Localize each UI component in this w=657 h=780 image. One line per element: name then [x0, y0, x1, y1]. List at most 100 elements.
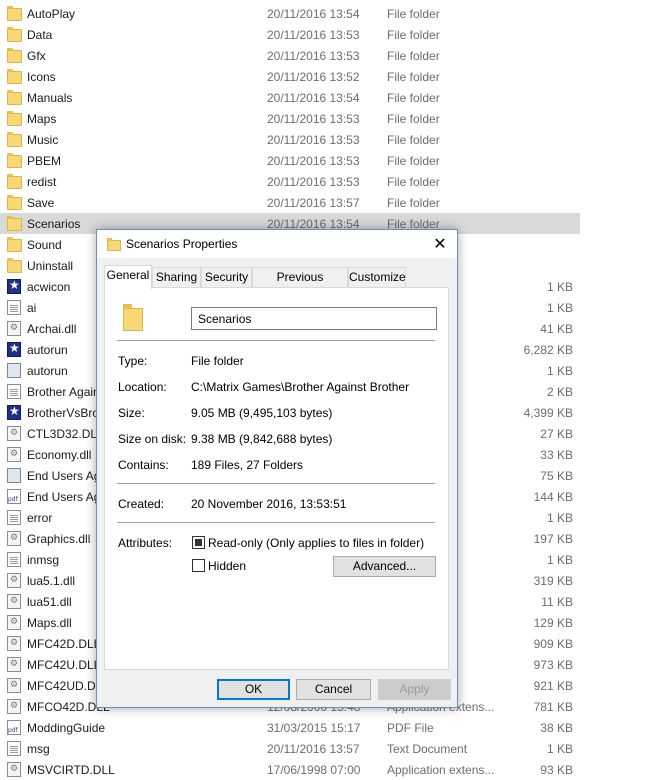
dll-icon	[7, 321, 21, 336]
file-date: 20/11/2016 13:53	[267, 112, 360, 126]
file-row[interactable]: Manuals 20/11/2016 13:54 File folder	[0, 87, 580, 108]
file-date: 20/11/2016 13:54	[267, 7, 360, 21]
type-label: Type:	[118, 354, 148, 368]
file-name: Uninstall	[27, 259, 74, 273]
file-row[interactable]: Maps 20/11/2016 13:53 File folder	[0, 108, 580, 129]
file-name: Icons	[27, 70, 56, 84]
file-name: Save	[27, 196, 55, 210]
file-name: Data	[27, 28, 53, 42]
file-size: 2 KB	[546, 385, 573, 399]
file-type: File folder	[387, 154, 440, 168]
file-name: lua51.dll	[27, 595, 72, 609]
file-name: ai	[27, 301, 37, 315]
file-date: 17/06/1998 07:00	[267, 763, 361, 777]
contains-value: 189 Files, 27 Folders	[191, 458, 304, 472]
file-row[interactable]: Icons 20/11/2016 13:52 File folder	[0, 66, 580, 87]
file-row[interactable]: PBEM 20/11/2016 13:53 File folder	[0, 150, 580, 171]
file-date: 20/11/2016 13:53	[267, 154, 360, 168]
pdf-icon	[7, 720, 21, 735]
file-size: 197 KB	[533, 532, 573, 546]
file-name: MFC42UD.DL	[27, 679, 103, 693]
folder-icon	[7, 258, 22, 273]
folder-icon	[7, 237, 22, 252]
folder-icon	[7, 216, 22, 231]
file-size: 144 KB	[533, 490, 573, 504]
file-size: 1 KB	[546, 280, 573, 294]
file-name: lua5.1.dll	[27, 574, 76, 588]
dll-icon	[7, 657, 21, 672]
file-row[interactable]: redist 20/11/2016 13:53 File folder	[0, 171, 580, 192]
advanced-button[interactable]: Advanced...	[333, 556, 436, 577]
file-type: Text Document	[387, 742, 468, 756]
settings-file-icon	[7, 363, 21, 378]
file-row[interactable]: MSVCIRTD.DLL 17/06/1998 07:00 Application …	[0, 759, 580, 780]
file-row[interactable]: ModdingGuide 31/03/2015 15:17 PDF File 38 K…	[0, 717, 580, 738]
folder-icon	[107, 238, 121, 251]
tab-customize[interactable]: Customize	[348, 267, 406, 287]
file-name: Music	[27, 133, 59, 147]
file-date: 31/03/2015 15:17	[267, 721, 361, 735]
dialog-title: Scenarios Properties	[126, 237, 238, 251]
location-value: C:\Matrix Games\Brother Against Brother	[191, 380, 410, 394]
ok-button[interactable]: OK	[217, 679, 290, 700]
file-name: MSVCIRTD.DLL	[27, 763, 115, 777]
file-name: inmsg	[27, 553, 60, 567]
general-tab-panel: Type: File folder Location: C:\Matrix Ga…	[104, 287, 449, 670]
location-label: Location:	[118, 380, 167, 394]
readonly-checkbox[interactable]	[192, 536, 205, 549]
tab-general[interactable]: General	[104, 265, 152, 289]
attributes-label: Attributes:	[118, 536, 173, 550]
file-row[interactable]: Save 20/11/2016 13:57 File folder	[0, 192, 580, 213]
file-size: 1 KB	[546, 742, 573, 756]
text-document-icon	[7, 384, 21, 399]
file-row[interactable]: msg 20/11/2016 13:57 Text Document 1 KB	[0, 738, 580, 759]
file-row[interactable]: Data 20/11/2016 13:53 File folder	[0, 24, 580, 45]
tab-security[interactable]: Security	[201, 267, 252, 287]
close-button[interactable]: ✕	[423, 230, 457, 258]
dll-icon	[7, 678, 21, 693]
file-size: 921 KB	[533, 679, 573, 693]
size-label: Size:	[118, 406, 145, 420]
file-name: PBEM	[27, 154, 62, 168]
file-name: Scenarios	[27, 217, 81, 231]
tab-previous-versions[interactable]: Previous Versions	[252, 267, 348, 302]
text-document-icon	[7, 510, 21, 525]
app-star-icon	[7, 404, 21, 420]
file-row[interactable]: AutoPlay 20/11/2016 13:54 File folder	[0, 3, 580, 24]
file-date: 20/11/2016 13:53	[267, 28, 360, 42]
folder-icon	[7, 6, 22, 21]
file-row[interactable]: Gfx 20/11/2016 13:53 File folder	[0, 45, 580, 66]
file-name: End Users Ag	[27, 490, 101, 504]
folder-icon	[7, 111, 22, 126]
cancel-button[interactable]: Cancel	[296, 679, 371, 700]
size-on-disk-value: 9.38 MB (9,842,688 bytes)	[191, 432, 333, 446]
file-name: Graphics.dll	[27, 532, 91, 546]
file-name: autorun	[27, 343, 68, 357]
file-type: File folder	[387, 70, 440, 84]
hidden-checkbox[interactable]	[192, 559, 205, 572]
file-size: 4,399 KB	[523, 406, 573, 420]
file-date: 20/11/2016 13:54	[267, 91, 360, 105]
file-type: File folder	[387, 49, 440, 63]
file-size: 1 KB	[546, 511, 573, 525]
file-size: 93 KB	[540, 763, 573, 777]
file-date: 20/11/2016 13:57	[267, 742, 360, 756]
file-name: Sound	[27, 238, 62, 252]
file-name: Manuals	[27, 91, 73, 105]
dll-icon	[7, 447, 21, 462]
file-type: File folder	[387, 196, 440, 210]
file-name: Gfx	[27, 49, 46, 63]
tab-sharing[interactable]: Sharing	[152, 267, 201, 287]
text-document-icon	[7, 552, 21, 567]
folder-name-field[interactable]	[191, 307, 437, 330]
dll-icon	[7, 636, 21, 651]
dialog-titlebar[interactable]: Scenarios Properties ✕	[97, 230, 457, 258]
file-name: CTL3D32.DLL	[27, 427, 104, 441]
created-value: 20 November 2016, 13:53:51	[191, 497, 347, 511]
hidden-label: Hidden	[208, 559, 247, 573]
file-row[interactable]: Music 20/11/2016 13:53 File folder	[0, 129, 580, 150]
divider	[117, 522, 435, 523]
file-name: redist	[27, 175, 57, 189]
folder-icon	[121, 304, 143, 331]
file-size: 1 KB	[546, 364, 573, 378]
